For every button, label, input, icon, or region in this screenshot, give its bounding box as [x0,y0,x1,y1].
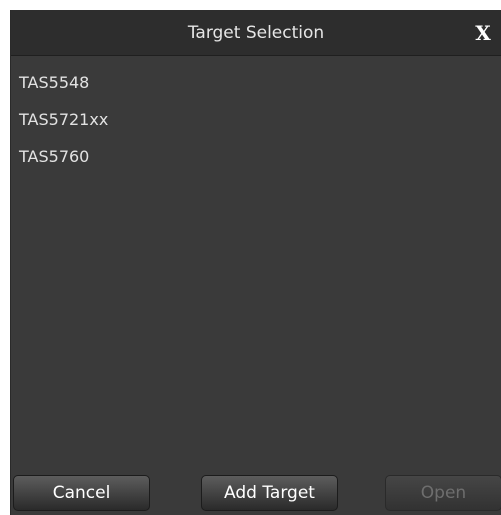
button-bar: Cancel Add Target Open [11,471,501,515]
cancel-button[interactable]: Cancel [13,475,150,511]
open-button[interactable]: Open [385,475,501,511]
dialog-title: Target Selection [187,23,325,43]
list-item-tas5760[interactable]: TAS5760 [11,138,501,175]
target-list: TAS5548 TAS5721xx TAS5760 [11,56,501,471]
target-selection-dialog: Target Selection X TAS5548 TAS5721xx TAS… [10,10,501,515]
add-target-button[interactable]: Add Target [201,475,338,511]
close-icon[interactable]: X [471,10,495,56]
list-item-tas5721xx[interactable]: TAS5721xx [11,101,501,138]
list-item-tas5548[interactable]: TAS5548 [11,64,501,101]
title-bar: Target Selection X [11,10,501,56]
